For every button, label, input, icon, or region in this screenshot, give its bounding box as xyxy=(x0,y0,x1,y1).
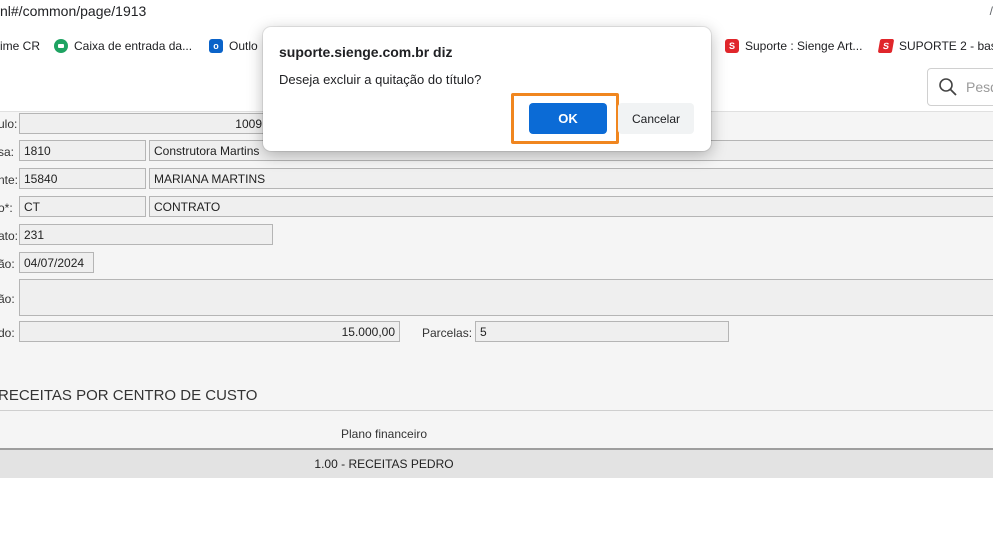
bookmark-label: Outlo xyxy=(229,39,258,53)
cliente-code-field[interactable]: 15840 xyxy=(19,168,146,189)
address-bar[interactable]: nl#/common/page/1913 / xyxy=(0,0,993,24)
bookmark-caixa-de-entrada[interactable]: Caixa de entrada da... xyxy=(54,37,192,55)
url-edge-glyph: / xyxy=(989,4,993,18)
observacao-textarea[interactable] xyxy=(19,279,993,316)
search-input[interactable]: Pesq xyxy=(927,68,993,106)
cancel-button[interactable]: Cancelar xyxy=(618,103,694,134)
search-placeholder: Pesq xyxy=(966,79,993,95)
bookmark-outlook[interactable]: o Outlo xyxy=(209,37,258,55)
parcelas-label: Parcelas: xyxy=(422,326,473,340)
titulo-label: ulo: xyxy=(0,117,18,131)
dialog-title: suporte.sienge.com.br diz xyxy=(279,44,453,60)
bookmark-label: Suporte : Sienge Art... xyxy=(745,39,863,53)
emissao-label: ão: xyxy=(0,257,15,271)
bookmark-ime-cr[interactable]: ime CR xyxy=(0,37,40,55)
parcelas-field[interactable]: 5 xyxy=(475,321,729,342)
documento-label: o*: xyxy=(0,201,13,215)
bookmark-suporte-2[interactable]: S SUPORTE 2 - base xyxy=(877,37,993,55)
valor-label: do: xyxy=(0,326,15,340)
observacao-label: ão: xyxy=(0,292,15,306)
url-text[interactable]: nl#/common/page/1913 xyxy=(0,3,146,19)
table-row[interactable]: 1.00 - RECEITAS PEDRO xyxy=(0,450,993,478)
valor-field[interactable]: 15.000,00 xyxy=(19,321,400,342)
bookmark-label: Caixa de entrada da... xyxy=(74,39,193,53)
section-divider xyxy=(0,410,993,411)
cliente-label: nte: xyxy=(0,173,19,187)
search-icon xyxy=(939,78,957,96)
confirm-dialog: suporte.sienge.com.br diz Deseja excluir… xyxy=(263,27,711,151)
contrato-label: ato: xyxy=(0,229,19,243)
ok-button[interactable]: OK xyxy=(529,103,607,134)
empresa-code-field[interactable]: 1810 xyxy=(19,140,146,161)
outlook-icon: o xyxy=(209,39,223,53)
sienge-support-icon: S xyxy=(877,39,895,53)
blank-area xyxy=(0,478,993,547)
column-header-plano-financeiro[interactable]: Plano financeiro xyxy=(0,427,993,449)
titulo-field[interactable]: 1009 xyxy=(19,113,267,134)
dialog-message: Deseja excluir a quitação do título? xyxy=(279,72,482,87)
documento-name-field[interactable]: CONTRATO xyxy=(149,196,993,217)
bookmark-suporte-sienge-art[interactable]: S Suporte : Sienge Art... xyxy=(725,37,862,55)
documento-code-field[interactable]: CT xyxy=(19,196,146,217)
sienge-icon: S xyxy=(725,39,739,53)
bookmark-label: ime CR xyxy=(0,39,41,53)
bookmark-label: SUPORTE 2 - base xyxy=(899,39,993,53)
emissao-date-field[interactable]: 04/07/2024 xyxy=(19,252,94,273)
section-title: RECEITAS POR CENTRO DE CUSTO xyxy=(0,387,258,404)
contrato-field[interactable]: 231 xyxy=(19,224,273,245)
empresa-label: sa: xyxy=(0,145,15,159)
google-chat-icon xyxy=(54,39,68,53)
cliente-name-field[interactable]: MARIANA MARTINS xyxy=(149,168,993,189)
